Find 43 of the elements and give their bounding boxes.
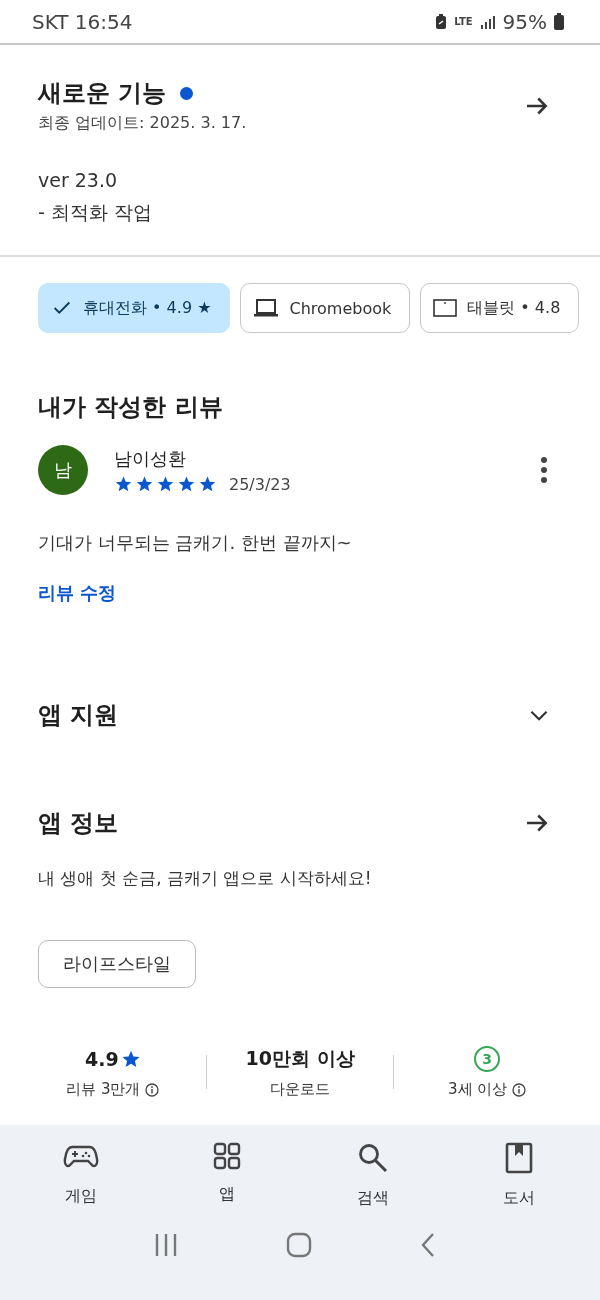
section-title: 새로운 기능 (38, 78, 167, 109)
review-text: 기대가 너무되는 금캐기. 한번 끝까지~ (38, 531, 353, 555)
tablet-icon (433, 298, 458, 318)
nav-tab[interactable]: 앱 (172, 1141, 282, 1210)
stat-label: 다운로드 (270, 1080, 330, 1099)
home-icon[interactable] (286, 1232, 312, 1258)
battery-saver-icon (435, 13, 448, 30)
info-icon[interactable] (145, 1082, 160, 1097)
more-options-icon[interactable] (540, 456, 548, 484)
device-chip[interactable]: 태블릿 • 4.8 (420, 283, 580, 333)
stat-label: 3세 이상 (448, 1080, 508, 1099)
network-type: LTE (454, 16, 473, 27)
nav-tab[interactable]: 검색 (318, 1141, 428, 1210)
laptop-icon (253, 297, 280, 319)
section-title: 앱 지원 (38, 700, 119, 731)
app-description: 내 생애 첫 순금, 금캐기 앱으로 시작하세요! (38, 867, 373, 890)
bookmark-book-icon (505, 1142, 533, 1174)
release-note: - 최적화 작업 (38, 200, 153, 225)
nav-tab[interactable]: 도서 (464, 1141, 574, 1210)
info-icon[interactable] (512, 1082, 527, 1097)
review-date: 25/3/23 (229, 474, 291, 494)
star-icon (120, 1049, 141, 1069)
nav-tab[interactable]: 게임 (26, 1141, 136, 1210)
device-chip[interactable]: 휴대전화 • 4.9 ★ (38, 283, 231, 333)
stat-value: 4.9 (85, 1048, 119, 1070)
device-chip[interactable]: Chromebook (240, 283, 411, 333)
battery-percent: 95% (502, 9, 547, 34)
stat-label: 리뷰 3만개 (66, 1080, 141, 1099)
update-date: 최종 업데이트: 2025. 3. 17. (38, 113, 247, 134)
section-title: 앱 정보 (38, 808, 119, 839)
reviewer-name: 남이성환 (114, 446, 187, 471)
signal-icon (479, 14, 496, 29)
category-chip[interactable]: 라이프스타일 (38, 940, 196, 988)
search-icon (357, 1142, 389, 1174)
avatar: 남 (38, 445, 88, 495)
edit-review-link[interactable]: 리뷰 수정 (38, 581, 117, 605)
section-title: 내가 작성한 리뷰 (38, 392, 224, 423)
carrier-time: SKT 16:54 (32, 9, 133, 34)
apps-grid-icon (213, 1142, 241, 1170)
release-note: ver 23.0 (38, 168, 119, 193)
stat-value: 10만회 이상 (245, 1046, 355, 1071)
age-rating-badge: 3 (474, 1046, 501, 1072)
battery-icon (554, 13, 564, 30)
